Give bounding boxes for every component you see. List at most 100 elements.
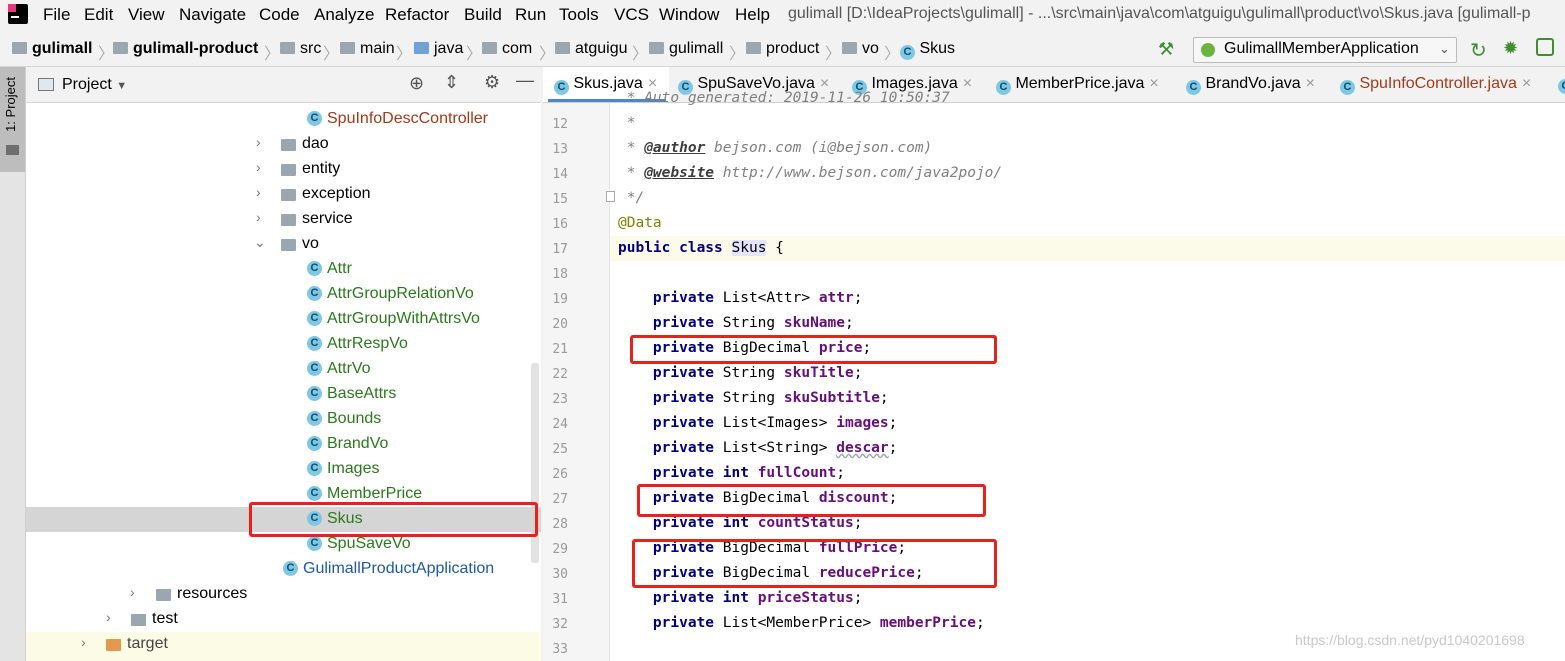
menu-tools[interactable]: Tools (559, 5, 599, 25)
tree-item-gulimallproductapplication[interactable]: C GulimallProductApplication (26, 557, 541, 582)
line-number: 16 (552, 217, 568, 232)
tree-item-brandvo[interactable]: C BrandVo (26, 432, 541, 457)
coverage-icon[interactable] (1536, 38, 1554, 56)
menu-analyze[interactable]: Analyze (314, 5, 374, 25)
tree-item-bounds[interactable]: C Bounds (26, 407, 541, 432)
tree-item-vo[interactable]: ⌄ vo (26, 232, 541, 257)
menu-edit[interactable]: Edit (84, 5, 113, 25)
tree-item-baseattrs[interactable]: C BaseAttrs (26, 382, 541, 407)
run-configuration-select[interactable]: GulimallMemberApplication ⌄ (1193, 37, 1457, 63)
javadoc-author-tag: @author (644, 140, 706, 156)
chevron-right-icon[interactable]: › (130, 584, 135, 600)
breadcrumb-separator: 〉 (884, 46, 901, 63)
locate-target-icon[interactable]: ⊕ (409, 73, 424, 94)
line-number: 23 (552, 392, 568, 407)
fold-marker-icon[interactable] (606, 191, 615, 202)
menu-vcs[interactable]: VCS (614, 5, 649, 25)
tree-item-exception[interactable]: › exception (26, 182, 541, 207)
breadcrumb-skus[interactable]: C Skus (900, 40, 955, 60)
tree-item-resources[interactable]: › resources (26, 582, 541, 607)
project-tool-tab[interactable]: 1: Project (0, 67, 25, 172)
close-icon[interactable]: × (1306, 75, 1315, 92)
menu-window[interactable]: Window (659, 5, 719, 25)
project-view-selector[interactable]: Project ▼ (62, 76, 127, 94)
source-folder-icon (414, 42, 429, 54)
tab-brandvo[interactable]: C BrandVo.java × (1186, 75, 1315, 95)
menu-help[interactable]: Help (735, 5, 770, 25)
menu-build[interactable]: Build (464, 5, 502, 25)
field-type: List<Images> (722, 415, 828, 431)
line-number: 32 (552, 617, 568, 632)
chevron-right-icon[interactable]: › (256, 209, 261, 225)
package-icon (281, 164, 296, 176)
keyword-private: private (652, 465, 715, 481)
tree-item-test[interactable]: › test (26, 607, 541, 632)
tree-item-service[interactable]: › service (26, 207, 541, 232)
close-icon[interactable]: × (1522, 75, 1531, 92)
debug-bug-icon[interactable]: ✹ (1503, 38, 1518, 59)
tree-item-spuinfodesccontroller[interactable]: C SpuInfoDescController (26, 107, 541, 132)
class-icon: C (900, 45, 915, 60)
menu-file[interactable]: File (43, 5, 70, 25)
tree-item-entity[interactable]: › entity (26, 157, 541, 182)
tree-item-target[interactable]: › target (26, 632, 541, 657)
breadcrumb-gulimall-pkg[interactable]: gulimall (649, 40, 723, 58)
field-type: String (722, 390, 776, 406)
field-declaration: private int priceStatus; (652, 590, 863, 606)
field-declaration: private int fullCount; (652, 465, 846, 481)
menu-navigate[interactable]: Navigate (179, 5, 246, 25)
menu-code[interactable]: Code (259, 5, 300, 25)
tree-item-images[interactable]: C Images (26, 457, 541, 482)
spring-app-icon (1201, 43, 1215, 57)
tree-item-attrgrouprelationvo[interactable]: C AttrGroupRelationVo (26, 282, 541, 307)
field-type: List<MemberPrice> (722, 615, 872, 631)
chevron-right-icon[interactable]: › (81, 634, 86, 650)
breadcrumb-atguigu[interactable]: atguigu (555, 40, 628, 58)
tab-spuinfocontroller[interactable]: C SpuInfoController.java × (1340, 75, 1531, 95)
package-icon (281, 239, 296, 251)
line-number: 31 (552, 592, 568, 607)
breadcrumb-vo[interactable]: vo (842, 40, 879, 58)
tree-item-attrvo[interactable]: C AttrVo (26, 357, 541, 382)
class-icon: C (554, 80, 569, 95)
tree-item-attrgroupwithattrsvo[interactable]: C AttrGroupWithAttrsVo (26, 307, 541, 332)
window-title: gulimall [D:\IdeaProjects\gulimall] - ..… (788, 5, 1531, 22)
class-icon: C (307, 311, 322, 326)
collapse-all-icon[interactable]: ⇕ (444, 72, 459, 93)
rerun-icon[interactable]: ↻ (1470, 38, 1487, 63)
breadcrumb-java[interactable]: java (414, 40, 463, 58)
field-type: int (722, 465, 749, 481)
line-number: 13 (552, 142, 568, 157)
field-name: skuName (783, 315, 845, 331)
chevron-right-icon[interactable]: › (256, 184, 261, 200)
chevron-down-icon[interactable]: ⌄ (254, 234, 266, 251)
tree-item-dao[interactable]: › dao (26, 132, 541, 157)
build-hammer-icon[interactable]: ⚒ (1158, 39, 1174, 60)
tree-item-attr[interactable]: C Attr (26, 257, 541, 282)
breadcrumb-gulimall-product[interactable]: gulimall-product (113, 40, 258, 58)
chevron-right-icon[interactable]: › (256, 134, 261, 150)
gear-icon[interactable]: ⚙ (484, 72, 500, 93)
line-number: 18 (552, 267, 568, 282)
menu-refactor[interactable]: Refactor (385, 5, 449, 25)
field-declaration: private int countStatus; (652, 515, 863, 531)
field-name: priceStatus (757, 590, 854, 606)
menu-run[interactable]: Run (515, 5, 546, 25)
field-name: countStatus (757, 515, 854, 531)
tab-memberprice[interactable]: C MemberPrice.java × (996, 75, 1159, 95)
field-type: int (722, 515, 749, 531)
minimize-icon[interactable]: — (516, 70, 534, 91)
chevron-right-icon[interactable]: › (106, 609, 111, 625)
close-icon[interactable]: × (963, 75, 972, 92)
breadcrumb-product[interactable]: product (746, 40, 819, 58)
breadcrumb-gulimall[interactable]: gulimall (12, 40, 92, 58)
field-declaration: private String skuName; (652, 315, 854, 331)
tree-item-attrrespvo[interactable]: C AttrRespVo (26, 332, 541, 357)
breadcrumb-src[interactable]: src (280, 40, 321, 58)
code-line-13: * @author bejson.com (i@bejson.com) (618, 140, 933, 156)
close-icon[interactable]: × (1149, 75, 1158, 92)
chevron-right-icon[interactable]: › (256, 159, 261, 175)
breadcrumb-com[interactable]: com (482, 40, 532, 58)
menu-view[interactable]: View (128, 5, 165, 25)
breadcrumb-main[interactable]: main (340, 40, 395, 58)
